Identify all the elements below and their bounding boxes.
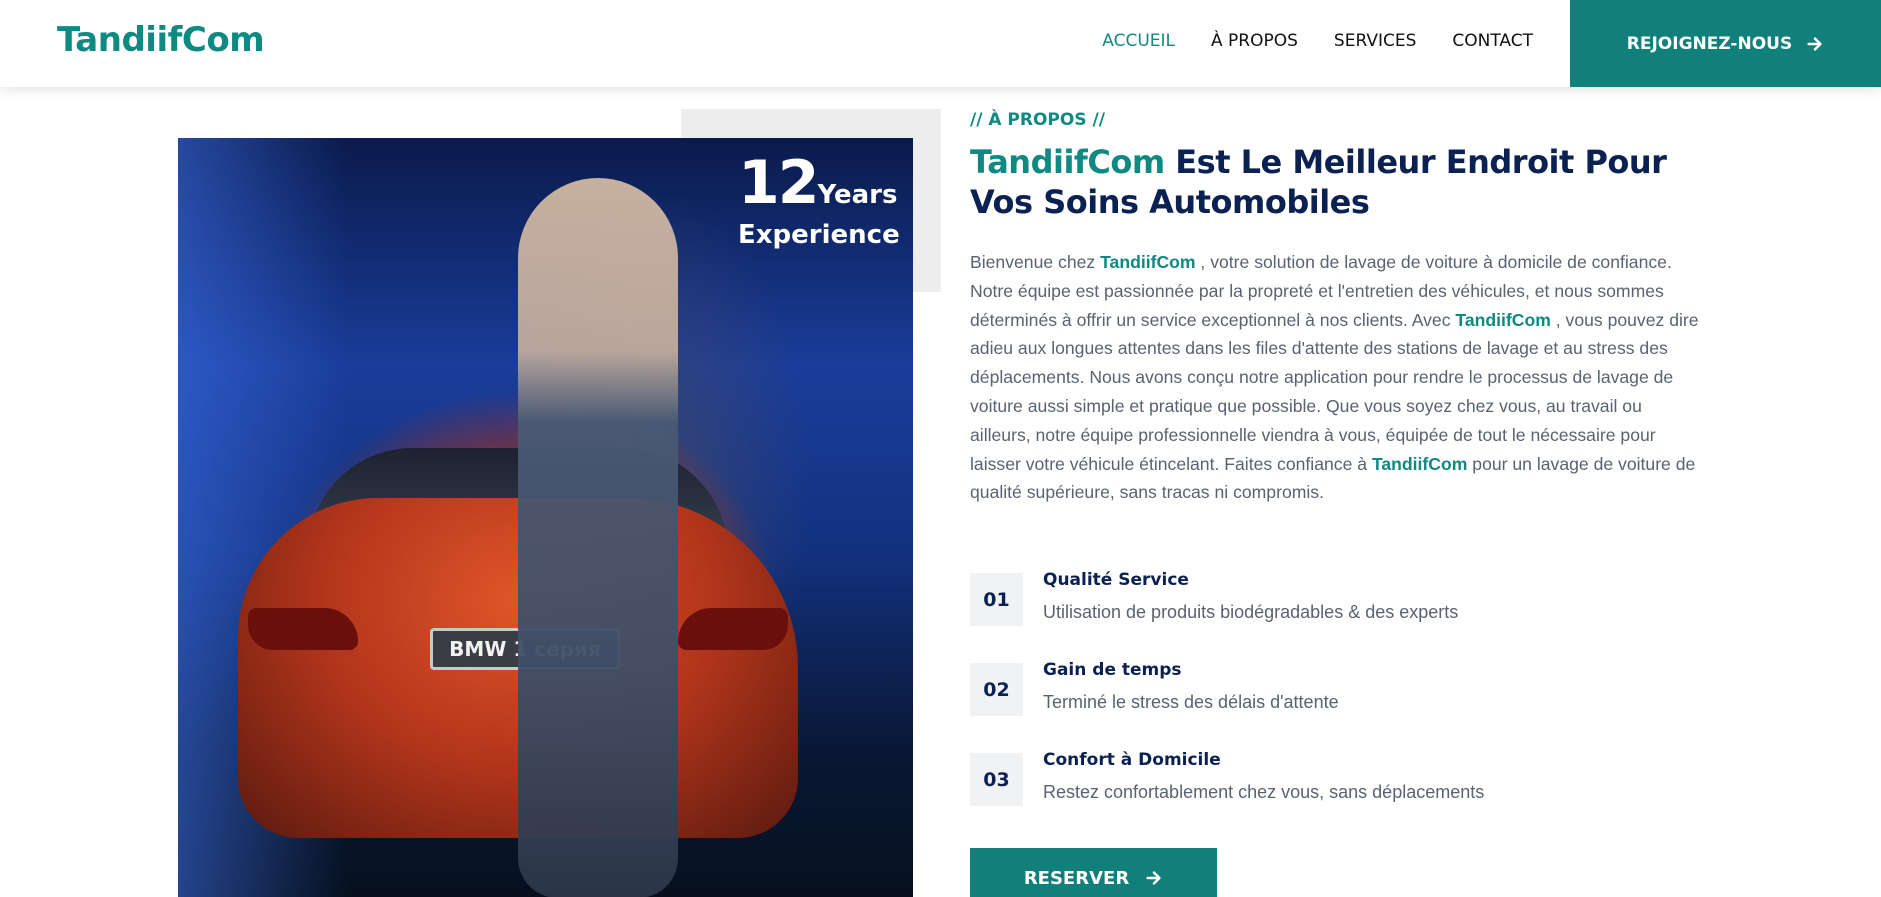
feature-description: Utilisation de produits biodégradables &… [1043, 602, 1459, 622]
about-section: // À PROPOS // TandiifCom Est Le Meilleu… [970, 110, 1700, 507]
left-tail-light [248, 608, 358, 650]
feature-title: Qualité Service [1043, 570, 1189, 590]
section-eyebrow: // À PROPOS // [970, 110, 1105, 130]
arrow-right-icon [1146, 871, 1161, 885]
main-nav: ACCUEIL À PROPOS SERVICES CONTACT [1102, 31, 1533, 51]
hero-photo: BMW 1 серия [178, 138, 913, 897]
about-paragraph: Bienvenue chez TandiifCom , votre soluti… [970, 248, 1700, 507]
experience-unit: Years [817, 180, 898, 210]
para-brand-1: TandiifCom [1100, 252, 1196, 272]
reserve-button[interactable]: RESERVER [970, 848, 1217, 897]
site-header: TandiifCom ACCUEIL À PROPOS SERVICES CON… [0, 0, 1881, 87]
feature-number: 02 [970, 663, 1023, 716]
person-figure [518, 178, 678, 897]
nav-item-contact[interactable]: CONTACT [1452, 31, 1533, 51]
feature-title: Gain de temps [1043, 660, 1182, 680]
arrow-right-icon [1807, 36, 1822, 51]
reserve-label: RESERVER [1023, 867, 1130, 889]
feature-title: Confort à Domicile [1043, 750, 1221, 770]
para-brand-2: TandiifCom [1455, 309, 1551, 330]
section-title: TandiifCom Est Le Meilleur Endroit Pour … [970, 142, 1700, 222]
feature-number: 01 [970, 573, 1023, 626]
experience-label: Experience [738, 220, 900, 250]
experience-number: 12 [738, 148, 819, 218]
join-us-button[interactable]: REJOIGNEZ-NOUS [1570, 0, 1881, 87]
nav-item-services[interactable]: SERVICES [1334, 31, 1416, 51]
nav-item-a-propos[interactable]: À PROPOS [1211, 31, 1298, 51]
feature-description: Restez confortablement chez vous, sans d… [1043, 782, 1485, 802]
join-us-label: REJOIGNEZ-NOUS [1626, 33, 1793, 54]
right-tail-light [678, 608, 788, 650]
title-brand: TandiifCom [970, 143, 1165, 181]
experience-badge: 12Years Experience [738, 148, 900, 250]
brand-logo[interactable]: TandiifCom [57, 20, 265, 60]
feature-number: 03 [970, 753, 1023, 806]
para-brand-3: TandiifCom [1371, 453, 1468, 474]
para-text-3: , vous pouvez dire adieu aux longues att… [970, 309, 1699, 474]
para-text-1: Bienvenue chez [970, 252, 1101, 272]
nav-item-accueil[interactable]: ACCUEIL [1102, 31, 1175, 51]
feature-description: Terminé le stress des délais d'attente [1043, 692, 1339, 712]
